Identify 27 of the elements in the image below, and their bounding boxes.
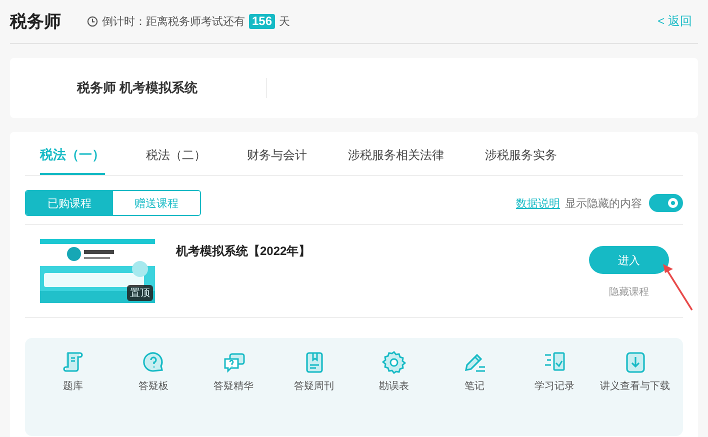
subject-tab[interactable]: 税法（二）	[146, 132, 206, 175]
tool-item[interactable]: 笔记	[434, 350, 514, 393]
toggle-label: 显示隐藏的内容	[565, 196, 642, 210]
question-bubble-icon	[141, 350, 166, 374]
subject-tab[interactable]: 财务与会计	[247, 132, 307, 175]
exam-system-title: 税务师 机考模拟系统	[77, 78, 267, 98]
tool-item[interactable]: 答疑板	[113, 350, 194, 393]
tool-item[interactable]: 答疑精华	[194, 350, 274, 393]
checklist-icon	[542, 350, 567, 374]
subject-tab[interactable]: 涉税服务实务	[485, 132, 557, 175]
tool-item[interactable]: 学习记录	[514, 350, 595, 393]
tool-item[interactable]: 答疑周刊	[274, 350, 354, 393]
annotation-arrow	[663, 264, 693, 310]
countdown-label: 倒计时：距离税务师考试还有	[102, 14, 245, 29]
course-title: 机考模拟系统【2022年】	[176, 243, 311, 260]
days-count: 156	[249, 14, 276, 29]
tool-item[interactable]: 勘误表	[354, 350, 434, 393]
days-unit: 天	[279, 15, 290, 29]
tool-item[interactable]: 题库	[33, 350, 114, 393]
subject-tab[interactable]: 涉税服务相关法律	[348, 132, 444, 175]
pin-badge: 置顶	[127, 285, 153, 301]
gear-icon	[382, 350, 406, 374]
scroll-icon	[61, 350, 86, 374]
clock-icon	[87, 16, 98, 27]
page-title: 税务师	[10, 11, 61, 33]
tool-item[interactable]: 讲义查看与下载	[594, 350, 675, 393]
show-hidden-toggle[interactable]	[649, 194, 683, 212]
